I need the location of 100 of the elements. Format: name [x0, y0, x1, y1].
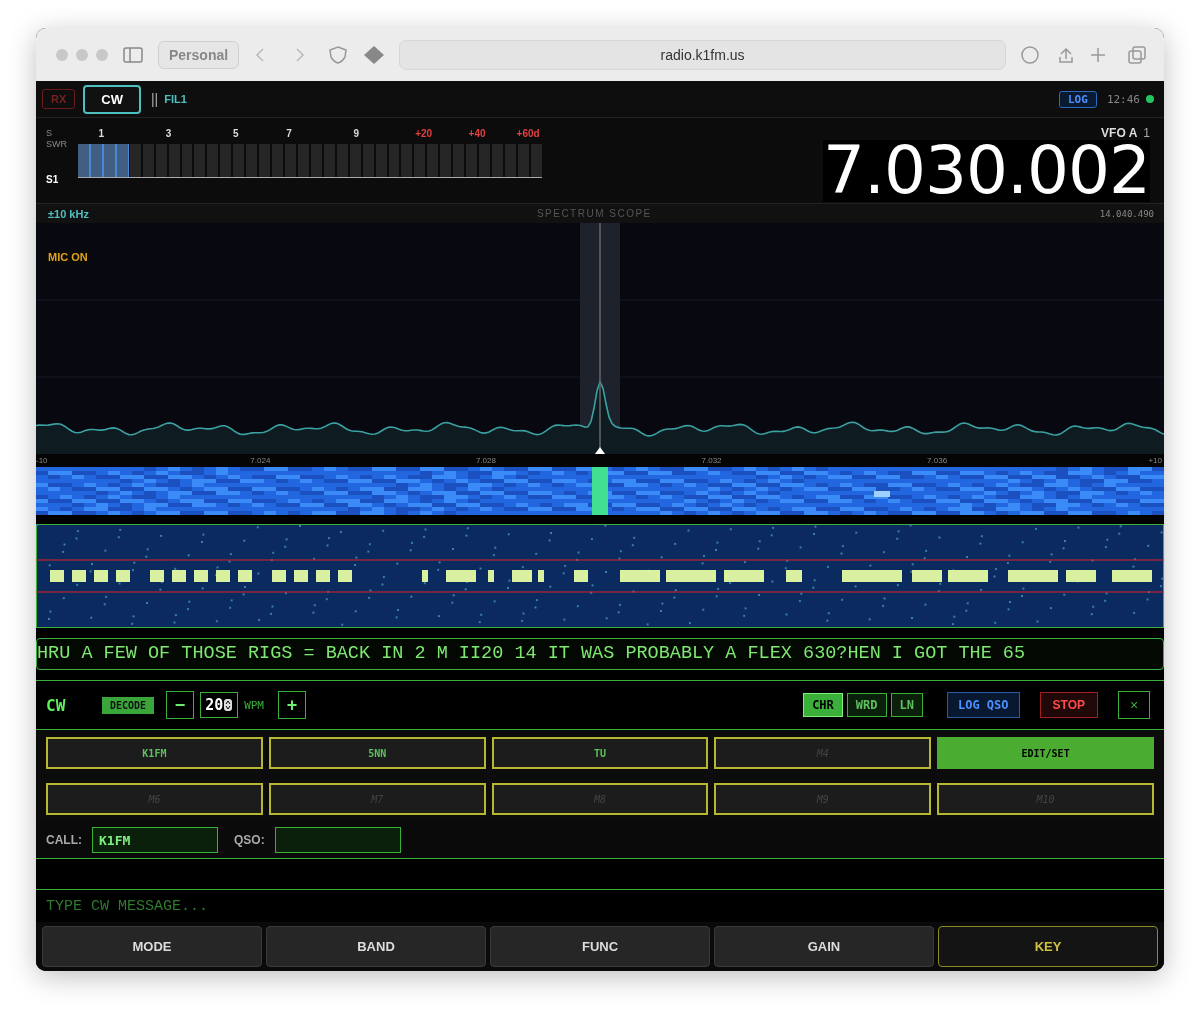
decoded-text: HRU A FEW OF THOSE RIGS = BACK IN 2 M II20 14 IT WAS PROBABLY A FLEX 630?HEN I GOT THE 65 [36, 638, 1164, 670]
frequency-display[interactable]: 7.030.002 [823, 140, 1150, 202]
diamond-icon[interactable] [363, 44, 386, 65]
decode-button[interactable]: DECODE [102, 696, 155, 714]
meter-segment [362, 144, 374, 177]
macro-button[interactable]: 5NN [268, 737, 486, 769]
meter-segment [323, 144, 335, 177]
minimize-window-button[interactable] [76, 48, 88, 61]
meter-segment [310, 144, 322, 177]
rx-indicator: RX [42, 89, 76, 109]
axis-label: +10 [1148, 455, 1162, 467]
close-window-button[interactable] [56, 48, 68, 61]
meter-segment [155, 144, 167, 177]
minus-button[interactable]: − [166, 691, 195, 719]
decode-mode-tab[interactable]: WRD [846, 693, 887, 717]
decode-mode-tab[interactable]: LN [890, 693, 923, 717]
wpm-field[interactable]: 20 [200, 692, 239, 718]
span-label[interactable]: ±10 kHz [48, 207, 89, 220]
meter-segment [297, 144, 309, 177]
filter-bars: || [150, 91, 159, 107]
s-label: S [46, 128, 53, 139]
meter-segment [78, 144, 89, 177]
zoom-window-button[interactable] [96, 48, 108, 61]
meter-segment [530, 144, 542, 177]
mic-status: MIC ON [46, 250, 90, 264]
meter-segment [103, 144, 115, 177]
meter-segment [492, 144, 503, 177]
meter-segment [504, 144, 516, 177]
sidebar-icon[interactable] [122, 45, 144, 64]
meter-segment [440, 144, 452, 177]
meter-segment [181, 144, 193, 177]
scale-label: +20 [415, 128, 433, 139]
plus-button[interactable]: + [278, 691, 306, 719]
meter-segment [466, 144, 478, 177]
scale-label: 9 [353, 128, 360, 139]
call-field[interactable]: K1FM [92, 827, 218, 853]
wpm-unit: WPM [244, 698, 264, 712]
nav-button[interactable]: GAIN [714, 926, 934, 967]
meter-segment [336, 144, 348, 177]
meter-segment [233, 144, 245, 177]
meter-segment [349, 144, 361, 177]
scope-title: SPECTRUM SCOPE [536, 208, 652, 219]
meter-segment [285, 144, 296, 177]
scale-label: 5 [232, 128, 239, 139]
macro-button[interactable]: TU [491, 737, 709, 769]
nav-button[interactable]: BAND [266, 926, 486, 967]
axis-label: 7.036 [927, 455, 948, 467]
log-qso-button[interactable]: LOG QSO [946, 692, 1020, 718]
meter-segment [116, 144, 128, 177]
close-button[interactable]: × [1118, 691, 1150, 719]
meter-segment [246, 144, 258, 177]
vfo-number: 1 [1143, 126, 1150, 140]
meter-segment [220, 144, 232, 177]
cw-mode-button[interactable]: CW [83, 84, 141, 114]
axis-label: -10 [36, 455, 48, 467]
stop-button[interactable]: STOP [1039, 692, 1098, 718]
scale-label: +60d [516, 128, 540, 139]
scale-label: 1 [98, 128, 104, 139]
meter-segment [375, 144, 387, 177]
nav-button[interactable]: MODE [42, 926, 262, 967]
scale-label: 7 [286, 128, 292, 139]
nav-button[interactable]: FUNC [490, 926, 710, 967]
meter-segment [453, 144, 465, 177]
meter-segment [168, 144, 180, 177]
nav-button[interactable]: KEY [938, 926, 1158, 967]
meter-reading: S1 [46, 174, 60, 185]
cw-title: CW [46, 695, 67, 715]
decode-mode-tab[interactable]: CHR [803, 693, 843, 717]
vfo-label: VFO A [1101, 126, 1138, 140]
meter-segment [414, 144, 426, 177]
meter-segment [90, 144, 102, 177]
meter-segment [401, 144, 413, 177]
axis-label: 7.028 [475, 455, 496, 467]
qso-label: QSO: [234, 833, 265, 847]
meter-segment [272, 144, 283, 177]
scope-frequency: 14.040.490 [1099, 208, 1154, 219]
macro-button[interactable]: K1FM [46, 737, 263, 769]
meter-segment [479, 144, 490, 177]
meter-segment [194, 144, 206, 177]
meter-segment [207, 144, 219, 177]
meter-segment [142, 144, 154, 177]
call-label: CALL: [46, 833, 82, 847]
meter-segment [427, 144, 439, 177]
shield-icon[interactable] [327, 44, 350, 65]
stepper-icon[interactable] [224, 699, 233, 711]
scale-label: 3 [165, 128, 172, 139]
swr-label: SWR [46, 139, 68, 150]
meter-segment [517, 144, 529, 177]
scale-label: +40 [468, 128, 486, 139]
qso-field[interactable] [274, 827, 401, 853]
meter-segment [259, 144, 271, 177]
axis-label: 7.032 [701, 455, 722, 467]
address-bar[interactable]: radio.k1fm.us [399, 39, 1006, 70]
macro-button[interactable]: EDIT/SET [937, 737, 1154, 769]
axis-label: 7.024 [250, 455, 271, 467]
meter-segment [388, 144, 400, 177]
clock: 12:46 [1106, 92, 1140, 106]
log-button[interactable]: LOG [1059, 90, 1097, 108]
filter-label: FIL1 [164, 93, 187, 105]
meter-segment [129, 144, 141, 177]
